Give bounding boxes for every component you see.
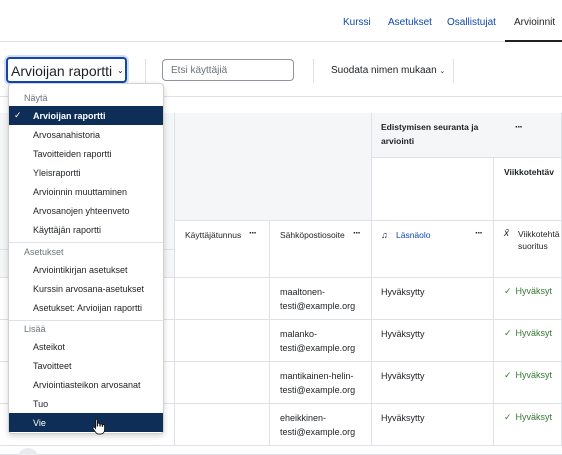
email-column-menu-icon[interactable]: ··· — [353, 228, 361, 239]
email-line-1: eheikkinen- — [280, 413, 327, 423]
check-icon: ✓ — [504, 328, 512, 338]
report-type-value: Arvioijan raportti — [11, 63, 113, 79]
menu-group-label: Asetukset — [24, 247, 64, 257]
menu-item-outcomes[interactable]: Tavoitteet — [9, 356, 163, 375]
assignment-column-header: x̄ Viikkotehtä suoritus — [494, 221, 562, 278]
menu-item-grade-summary[interactable]: Arvosanojen yhteenveto — [9, 201, 163, 220]
check-icon: ✓ — [504, 286, 512, 296]
username-column-menu-icon[interactable]: ··· — [249, 228, 257, 239]
attendance-activity-icon: ♫ — [381, 230, 388, 240]
email-line-1: malanko- — [280, 329, 318, 339]
attendance-column-menu-icon[interactable]: ··· — [475, 228, 483, 239]
chevron-down-icon: ⌄ — [439, 68, 446, 75]
attendance-grade-cell[interactable]: Hyväksytty — [372, 320, 494, 362]
attendance-grade-cell[interactable]: Hyväksytty — [372, 278, 494, 320]
table-row-partial — [0, 446, 562, 455]
tab-arvioinnit[interactable]: Arvioinnit — [514, 17, 555, 28]
username-cell — [175, 404, 270, 446]
menu-item-grader-report-settings[interactable]: Asetukset: Arvioijan raportti — [9, 298, 163, 317]
menu-item-grader-report[interactable]: ✓ Arvioijan raportti — [9, 106, 163, 125]
category-header-label: Edistymisen seuranta ja arviointi — [381, 122, 479, 146]
menu-item-import[interactable]: Tuo — [9, 394, 163, 413]
menu-item-gradebook-setup[interactable]: Arviointikirjan asetukset — [9, 260, 163, 279]
active-tab-indicator — [505, 40, 562, 42]
email-column-label: Sähköpostiosoite — [280, 230, 345, 240]
attendance-grade: Hyväksytty — [381, 371, 425, 381]
tab-kurssi[interactable]: Kurssi — [343, 17, 371, 28]
attendance-grade: Hyväksytty — [381, 413, 425, 423]
menu-item-course-grade-settings[interactable]: Kurssin arvosana-asetukset — [9, 279, 163, 298]
name-filter-dropdown[interactable]: Suodata nimen mukaan ⌄ — [331, 65, 445, 76]
email-cell: maaltonen- testi@example.org — [270, 278, 372, 320]
assignment-grade: Hyväksyt — [515, 370, 553, 380]
check-icon: ✓ — [504, 370, 512, 380]
menu-divider — [9, 242, 163, 243]
chevron-down-icon: ⌄ — [117, 66, 124, 75]
menu-divider — [9, 320, 163, 321]
subcategory-header-cell: Viikkotehtäv — [494, 158, 562, 221]
email-line-2: testi@example.org — [280, 343, 356, 353]
menu-item-scales[interactable]: Asteikot — [9, 337, 163, 356]
attendance-grade: Hyväksytty — [381, 329, 425, 339]
email-column-header: Sähköpostiosoite ··· — [270, 221, 372, 278]
report-type-menu: Näytä ✓ Arvioijan raportti Arvosanahisto… — [8, 83, 164, 434]
course-navigation: Kurssi Asetukset Osallistujat Arvioinnit — [0, 0, 562, 42]
search-users-input[interactable] — [162, 59, 294, 81]
hand-cursor-icon — [92, 418, 106, 435]
menu-item-outcomes-report[interactable]: Tavoitteiden raportti — [9, 144, 163, 163]
name-filter-label: Suodata nimen mukaan — [331, 65, 437, 76]
email-cell: mantikainen-helin- testi@example.org — [270, 362, 372, 404]
menu-item-letters[interactable]: Arviointiasteikon arvosanat — [9, 375, 163, 394]
attendance-grade: Hyväksytty — [381, 287, 425, 297]
menu-item-single-view[interactable]: Arvioinnin muuttaminen — [9, 182, 163, 201]
header-spacer-cell — [175, 113, 372, 221]
menu-item-export[interactable]: Vie — [9, 413, 163, 432]
email-cell: malanko- testi@example.org — [270, 320, 372, 362]
assignment-grade: Hyväksyt — [515, 412, 553, 422]
subcategory-spacer-cell — [372, 158, 494, 221]
assignment-grade-cell[interactable]: ✓ Hyväksyt — [494, 278, 562, 320]
subcategory-header-label: Viikkotehtäv — [504, 167, 554, 177]
username-column-label: Käyttäjätunnus — [185, 230, 242, 240]
username-cell — [175, 278, 270, 320]
menu-item-user-report[interactable]: Käyttäjän raportti — [9, 220, 163, 239]
email-line-2: testi@example.org — [280, 427, 356, 437]
toolbar-divider — [453, 59, 454, 83]
assignment-grade-cell[interactable]: ✓ Hyväksyt — [494, 320, 562, 362]
toolbar-divider — [313, 59, 314, 83]
attendance-grade-cell[interactable]: Hyväksytty — [372, 362, 494, 404]
menu-item-overview-report[interactable]: Yleisraportti — [9, 163, 163, 182]
username-cell — [175, 362, 270, 404]
email-line-2: testi@example.org — [280, 385, 356, 395]
tab-asetukset[interactable]: Asetukset — [388, 17, 432, 28]
menu-group-label: Lisää — [24, 324, 46, 334]
email-line-2: testi@example.org — [280, 301, 356, 311]
email-cell: eheikkinen- testi@example.org — [270, 404, 372, 446]
attendance-column-link[interactable]: Läsnäolo — [396, 228, 431, 242]
assignment-column-link[interactable]: Viikkotehtä suoritus — [518, 228, 562, 254]
attendance-column-header: ♫ Läsnäolo ··· — [372, 221, 494, 278]
category-actions-menu-icon[interactable]: ··· — [515, 122, 523, 133]
tab-osallistujat[interactable]: Osallistujat — [447, 17, 496, 28]
category-header-cell: Edistymisen seuranta ja arviointi ··· — [372, 113, 562, 158]
assignment-grade-cell[interactable]: ✓ Hyväksyt — [494, 362, 562, 404]
email-line-1: maaltonen- — [280, 287, 326, 297]
report-type-select[interactable]: Arvioijan raportti ⌄ — [6, 57, 127, 83]
assignment-grade: Hyväksyt — [515, 286, 553, 296]
assignment-grade-cell[interactable]: ✓ Hyväksyt — [494, 404, 562, 446]
calculated-grade-icon: x̄ — [504, 228, 509, 239]
menu-item-grade-history[interactable]: Arvosanahistoria — [9, 125, 163, 144]
check-icon: ✓ — [504, 412, 512, 422]
assignment-grade: Hyväksyt — [515, 328, 553, 338]
email-line-1: mantikainen-helin- — [280, 371, 354, 381]
username-column-header: Käyttäjätunnus ··· — [175, 221, 270, 278]
menu-group-label: Näytä — [24, 93, 48, 103]
toolbar-divider — [145, 59, 146, 83]
username-cell — [175, 320, 270, 362]
attendance-grade-cell[interactable]: Hyväksytty — [372, 404, 494, 446]
checkmark-icon: ✓ — [14, 110, 22, 120]
